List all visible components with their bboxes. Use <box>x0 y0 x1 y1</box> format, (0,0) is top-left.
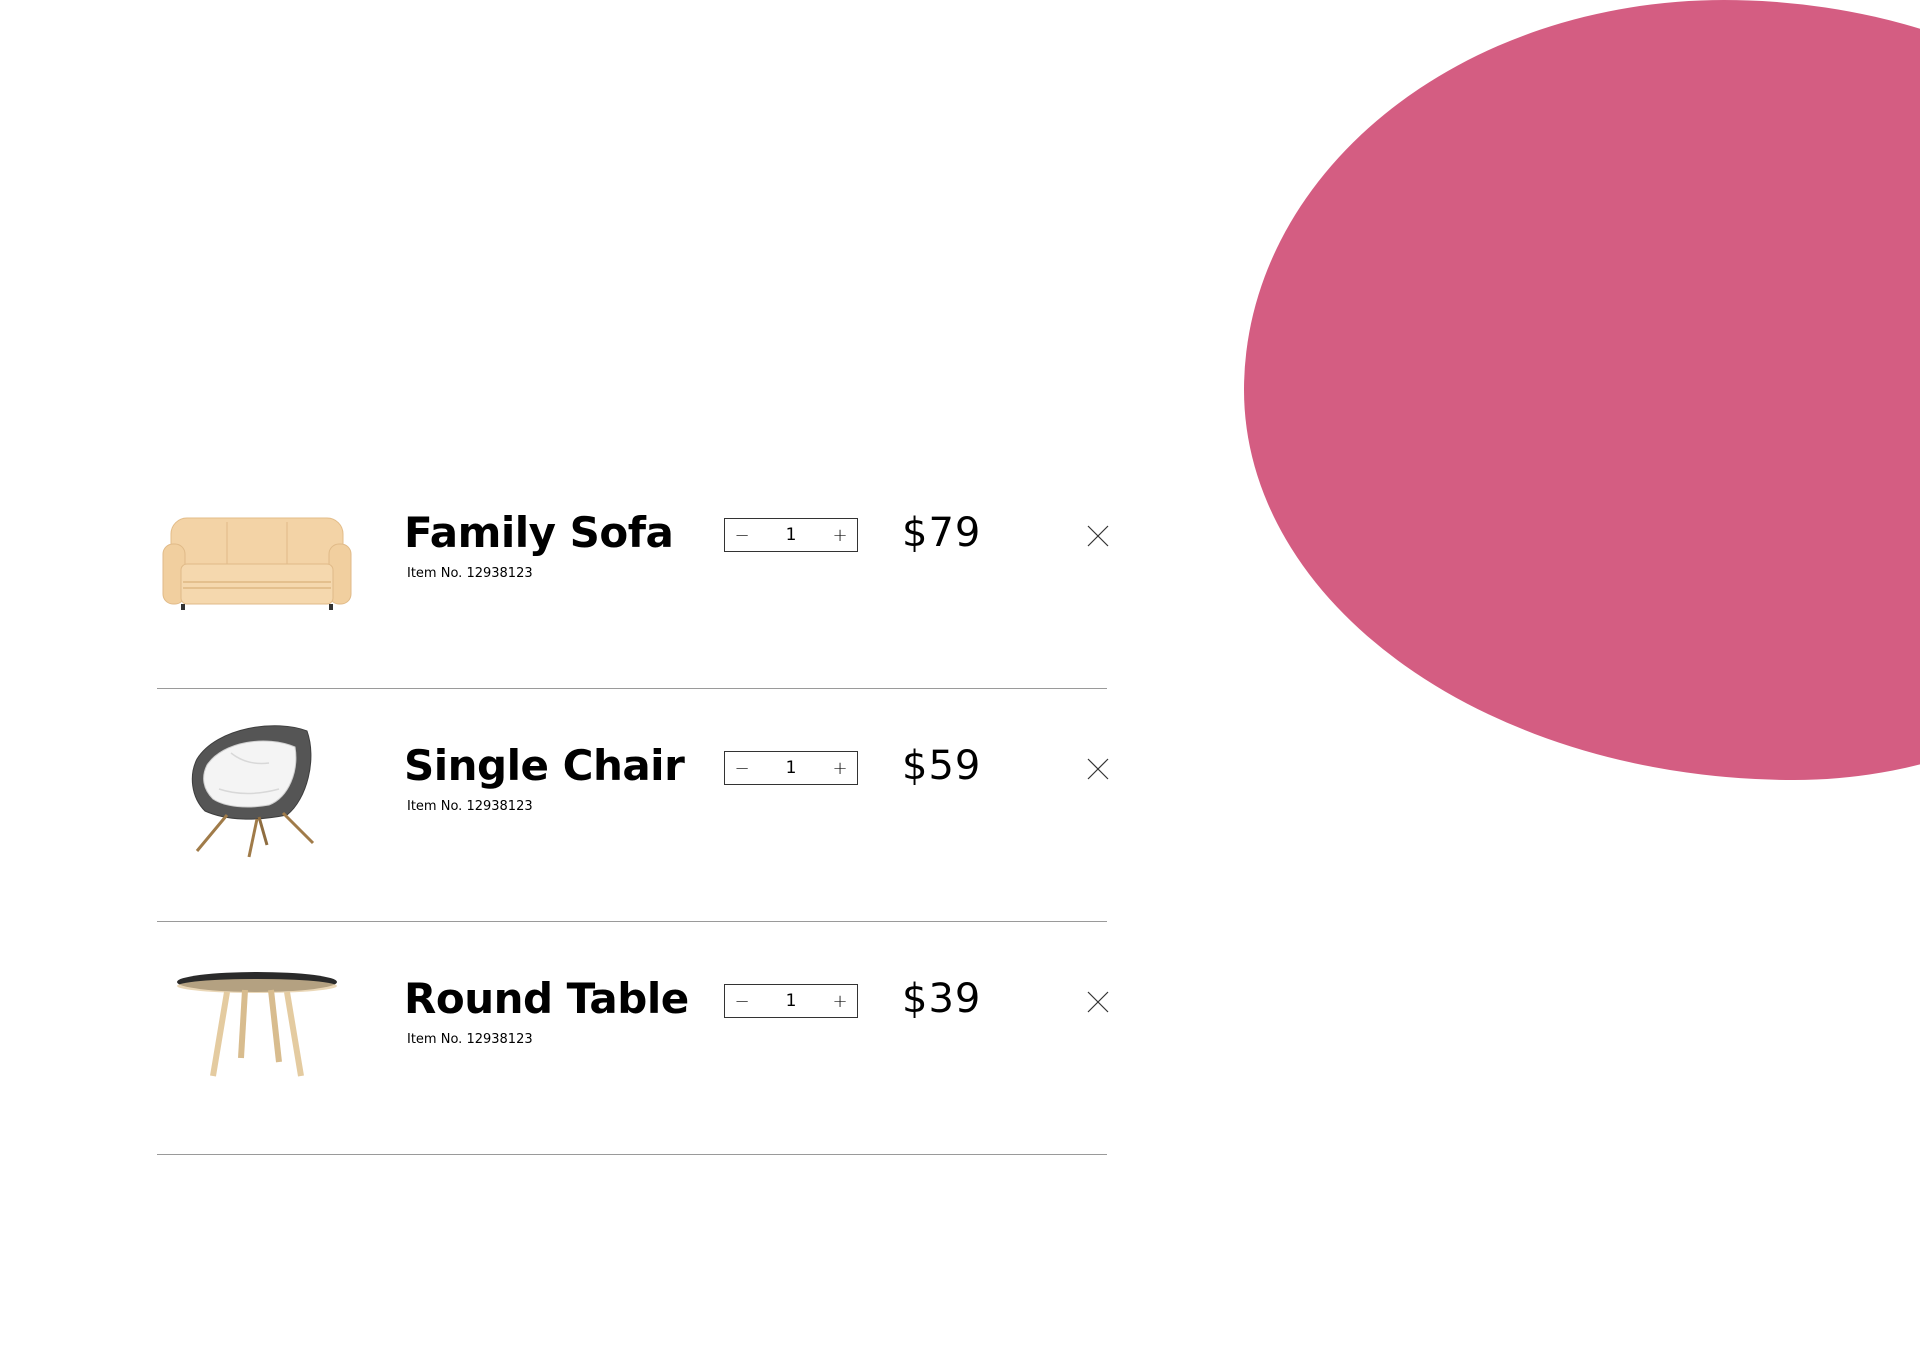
product-name[interactable]: Family Sofa <box>404 508 674 557</box>
quantity-stepper: − 1 + <box>724 984 858 1018</box>
product-sku: Item No. 12938123 <box>407 1032 533 1047</box>
chair-image <box>157 719 357 859</box>
product-price: $39 <box>902 976 982 1022</box>
close-icon <box>1087 525 1109 547</box>
cart-item-single-chair: Single Chair Item No. 12938123 − 1 + $59 <box>157 689 1109 922</box>
cart-item-family-sofa: Family Sofa Item No. 12938123 − 1 + $79 <box>157 456 1109 689</box>
product-name[interactable]: Single Chair <box>404 741 685 790</box>
remove-item-button[interactable] <box>1084 755 1112 783</box>
quantity-value[interactable]: 1 <box>771 758 811 778</box>
quantity-value[interactable]: 1 <box>771 525 811 545</box>
sofa-image <box>157 486 357 626</box>
product-price: $59 <box>902 743 982 789</box>
decrement-button[interactable]: − <box>725 519 759 551</box>
product-name[interactable]: Round Table <box>404 974 689 1023</box>
table-image <box>157 952 357 1092</box>
cart-item-round-table: Round Table Item No. 12938123 − 1 + $39 <box>157 922 1109 1155</box>
product-price: $79 <box>902 510 982 556</box>
increment-button[interactable]: + <box>823 752 857 784</box>
quantity-value[interactable]: 1 <box>771 991 811 1011</box>
quantity-stepper: − 1 + <box>724 518 858 552</box>
quantity-stepper: − 1 + <box>724 751 858 785</box>
decrement-button[interactable]: − <box>725 985 759 1017</box>
close-icon <box>1087 991 1109 1013</box>
close-icon <box>1087 758 1109 780</box>
remove-item-button[interactable] <box>1084 988 1112 1016</box>
decrement-button[interactable]: − <box>725 752 759 784</box>
remove-item-button[interactable] <box>1084 522 1112 550</box>
cart-list: Family Sofa Item No. 12938123 − 1 + $79 <box>157 456 1109 1155</box>
increment-button[interactable]: + <box>823 985 857 1017</box>
product-sku: Item No. 12938123 <box>407 799 533 814</box>
increment-button[interactable]: + <box>823 519 857 551</box>
decorative-pink-blob <box>1244 0 1920 780</box>
product-sku: Item No. 12938123 <box>407 566 533 581</box>
cart-page: Family Sofa Item No. 12938123 − 1 + $79 <box>0 0 1920 1350</box>
